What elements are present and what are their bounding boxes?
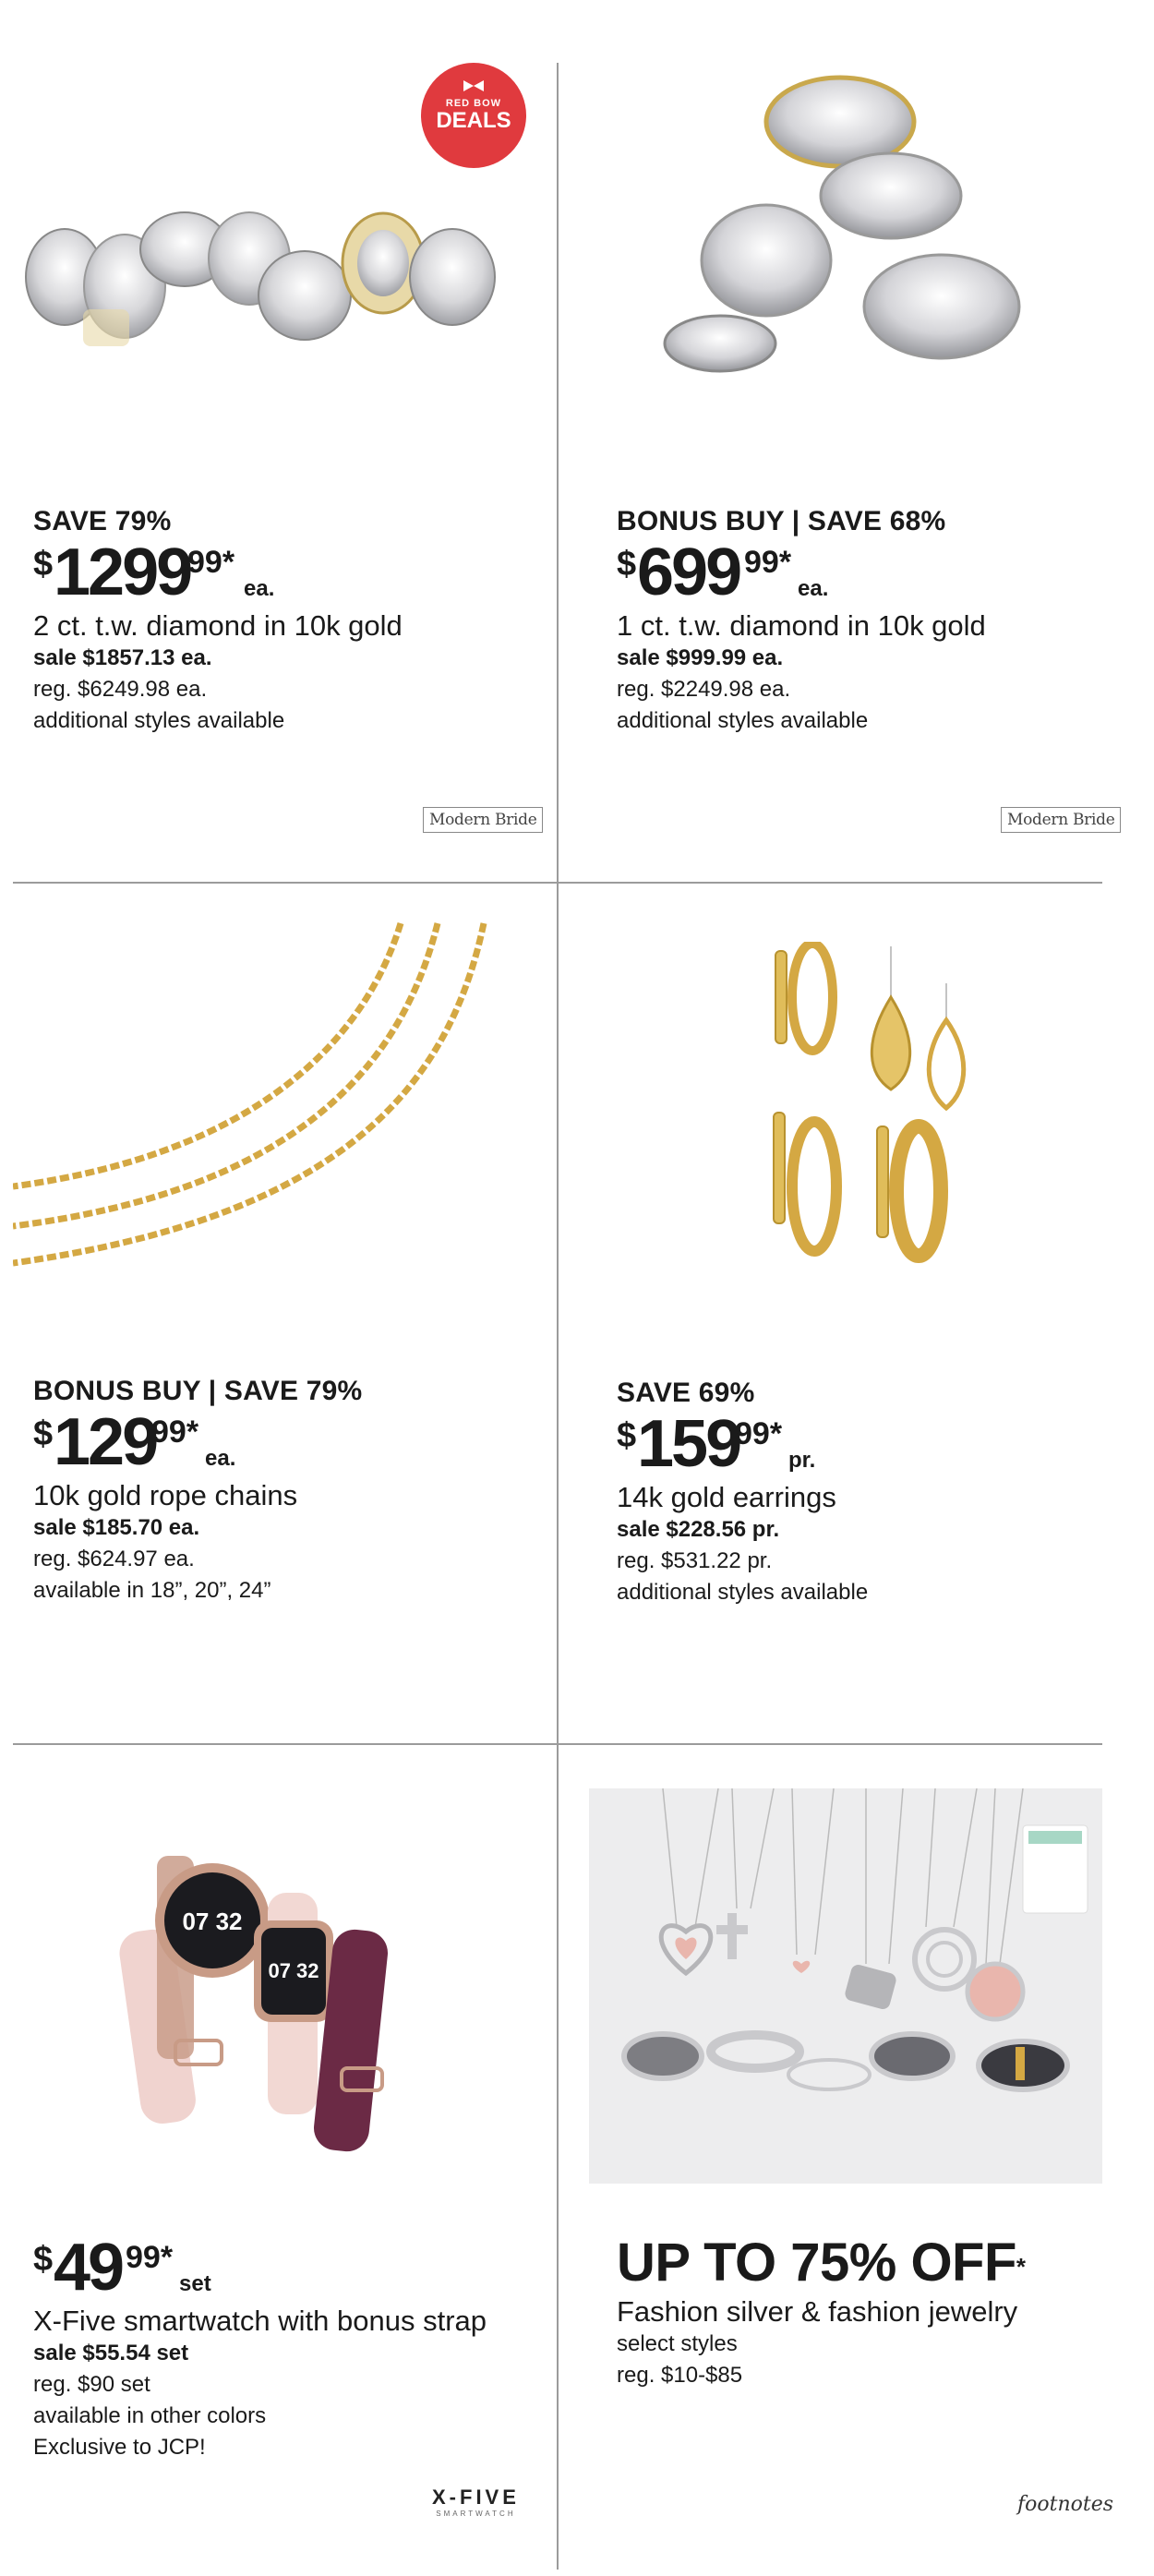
- sale-price: sale $999.99 ea.: [617, 645, 784, 670]
- diamond-rings-image: [646, 66, 1034, 380]
- availability-note: additional styles available: [617, 708, 869, 733]
- headline: UP TO 75% OFF*: [617, 2234, 1134, 2292]
- price-unit: ea.: [244, 576, 275, 601]
- availability-note: select styles: [617, 2331, 738, 2356]
- availability-note: available in 18”, 20”, 24”: [33, 1578, 271, 1603]
- watch-time-1: 07 32: [182, 1908, 242, 1935]
- diamond-rings-image: [18, 185, 517, 360]
- headline-text: UP TO 75% OFF: [617, 2233, 1016, 2293]
- price: $ 159 99* pr.: [617, 1407, 1134, 1481]
- badge-line2: DEALS: [436, 108, 511, 133]
- gold-earrings-image: [757, 942, 969, 1274]
- availability-note: additional styles available: [33, 708, 285, 733]
- regular-price: reg. $10-$85: [617, 2363, 743, 2388]
- x-five-logo-sub: SMARTWATCH: [436, 2510, 516, 2518]
- modern-bride-logo: Modern Bride: [423, 807, 544, 833]
- price-whole: 159: [637, 1407, 742, 1481]
- gold-chains-image: [13, 914, 511, 1293]
- watch-time-2: 07 32: [268, 1959, 319, 1982]
- x-five-logo-main: X-FIVE: [432, 2486, 520, 2509]
- product-info: SAVE 69% $ 159 99* pr. 14k gold earrings…: [617, 1378, 1134, 1608]
- description: 2 ct. t.w. diamond in 10k gold: [33, 609, 403, 642]
- price-unit: ea.: [798, 576, 829, 601]
- column-divider: [557, 63, 559, 2570]
- price-dollar: $: [33, 545, 54, 584]
- sale-price: sale $1857.13 ea.: [33, 645, 212, 670]
- product-info: SAVE 79% $ 1299 99* ea. 2 ct. t.w. diamo…: [33, 506, 550, 737]
- price: $ 49 99* set: [33, 2231, 550, 2305]
- price: $ 1299 99* ea.: [33, 536, 550, 609]
- regular-price: reg. $6249.98 ea.: [33, 677, 208, 702]
- price: $ 699 99* ea.: [617, 536, 1134, 609]
- price-cents: 99*: [735, 1416, 783, 1451]
- x-five-logo: X-FIVE SMARTWATCH: [432, 2486, 520, 2518]
- headline: SAVE 79%: [33, 506, 172, 536]
- price-cents: 99*: [187, 545, 235, 580]
- regular-price: reg. $531.22 pr.: [617, 1548, 773, 1573]
- price-dollar: $: [617, 1416, 637, 1455]
- price-cents: 99*: [744, 545, 792, 580]
- regular-price: reg. $90 set: [33, 2372, 150, 2397]
- silver-jewelry-image: [589, 1788, 1102, 2184]
- modern-bride-logo: Modern Bride: [1001, 807, 1122, 833]
- price-unit: set: [179, 2271, 211, 2296]
- row-divider: [13, 1743, 1102, 1745]
- headline-mark: *: [1016, 2253, 1026, 2281]
- price-dollar: $: [617, 545, 637, 584]
- sale-price: sale $185.70 ea.: [33, 1515, 200, 1540]
- product-info: BONUS BUY | SAVE 68% $ 699 99* ea. 1 ct.…: [617, 506, 1134, 737]
- description: Fashion silver & fashion jewelry: [617, 2295, 1018, 2328]
- price-cents: 99*: [151, 1414, 199, 1450]
- product-info: $ 49 99* set X-Five smartwatch with bonu…: [33, 2233, 550, 2463]
- regular-price: reg. $624.97 ea.: [33, 1547, 195, 1571]
- description: 10k gold rope chains: [33, 1479, 298, 1511]
- regular-price: reg. $2249.98 ea.: [617, 677, 791, 702]
- footnotes-logo: footnotes: [1017, 2493, 1114, 2516]
- price-unit: pr.: [788, 1448, 816, 1473]
- price-cents: 99*: [126, 2240, 174, 2275]
- product-info: BONUS BUY | SAVE 79% $ 129 99* ea. 10k g…: [33, 1376, 550, 1607]
- exclusive-note: Exclusive to JCP!: [33, 2435, 206, 2460]
- product-info: UP TO 75% OFF* Fashion silver & fashion …: [617, 2234, 1134, 2391]
- smartwatch-image: 07 32 07 32: [74, 1837, 425, 2161]
- headline: SAVE 69%: [617, 1378, 755, 1408]
- description: 1 ct. t.w. diamond in 10k gold: [617, 609, 986, 642]
- price-whole: 1299: [54, 536, 193, 609]
- sale-price: sale $55.54 set: [33, 2341, 189, 2365]
- price: $ 129 99* ea.: [33, 1405, 550, 1479]
- availability-note: additional styles available: [617, 1580, 869, 1605]
- red-bow-deals-badge: RED BOW DEALS: [421, 63, 526, 168]
- availability-note: available in other colors: [33, 2403, 267, 2428]
- price-dollar: $: [33, 2240, 54, 2279]
- bow-icon: [463, 80, 484, 91]
- price-whole: 49: [54, 2231, 125, 2305]
- price-unit: ea.: [205, 1446, 236, 1471]
- price-dollar: $: [33, 1414, 54, 1453]
- description: X-Five smartwatch with bonus strap: [33, 2305, 487, 2337]
- price-whole: 129: [54, 1405, 159, 1479]
- price-whole: 699: [637, 536, 742, 609]
- row-divider: [13, 882, 1102, 884]
- headline: BONUS BUY | SAVE 68%: [617, 506, 946, 536]
- sale-price: sale $228.56 pr.: [617, 1517, 780, 1542]
- description: 14k gold earrings: [617, 1481, 836, 1513]
- headline: BONUS BUY | SAVE 79%: [33, 1376, 363, 1406]
